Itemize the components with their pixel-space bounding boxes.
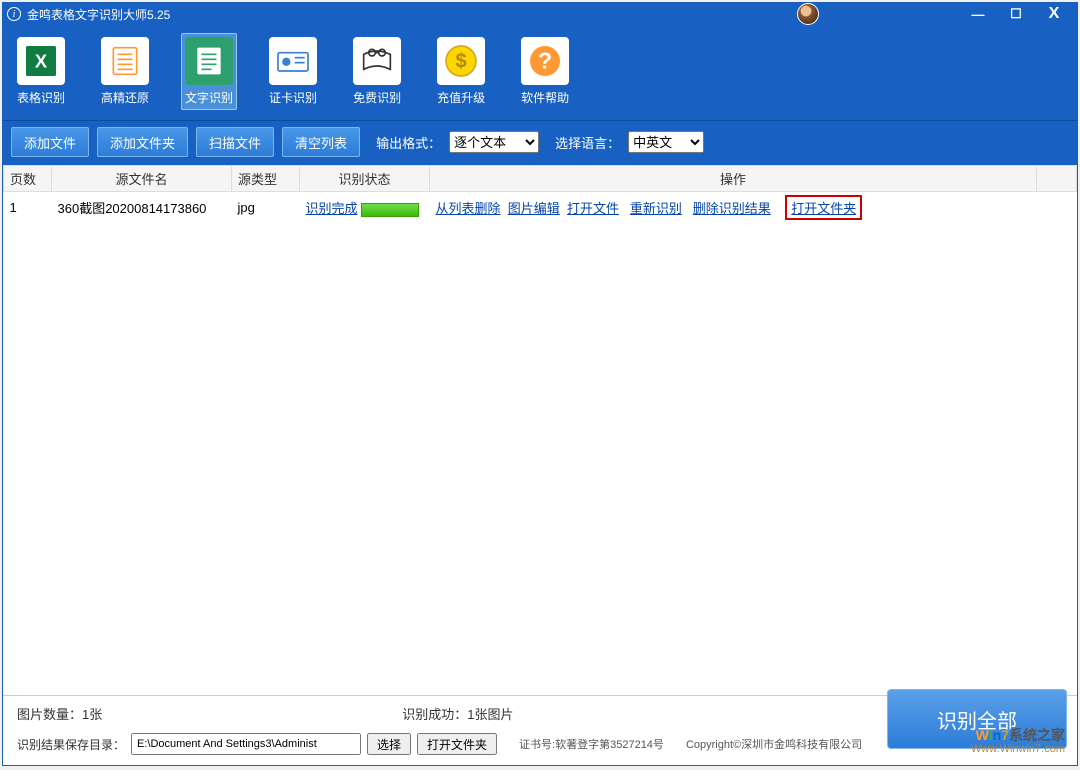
tool-label: 免费识别 [353,89,401,106]
book-icon [353,37,401,85]
op-rerecognize-link[interactable]: 重新识别 [630,201,682,216]
tool-text-recognize[interactable]: 文字识别 [181,33,237,110]
clear-list-button[interactable]: 清空列表 [282,127,360,157]
op-edit-link[interactable]: 图片编辑 [508,201,560,216]
tool-label: 证卡识别 [269,89,317,106]
th-type[interactable]: 源类型 [232,166,300,192]
tool-card-recognize[interactable]: 证卡识别 [265,33,321,110]
scan-file-button[interactable]: 扫描文件 [196,127,274,157]
restore-icon [101,37,149,85]
op-delete-result-link[interactable]: 删除识别结果 [693,201,771,216]
tool-help[interactable]: ? 软件帮助 [517,33,573,110]
svg-text:?: ? [538,48,552,74]
output-format-label: 输出格式： [376,133,441,152]
copyright-text: Copyright©深圳市金鸣科技有限公司 [686,736,862,752]
main-toolbar: X 表格识别 高精还原 文字识别 证卡识别 免费识别 [3,25,1077,120]
progress-bar [361,203,419,217]
th-page[interactable]: 页数 [4,166,52,192]
th-blank[interactable] [1037,166,1077,192]
cell-type: jpg [232,192,300,224]
highlight-open-folder: 打开文件夹 [785,195,862,220]
cell-ops: 从列表删除 图片编辑 打开文件 重新识别 删除识别结果 打开文件夹 [430,192,1037,224]
table-row[interactable]: 1 360截图20200814173860 jpg 识别完成 从列表删除 图片编… [4,192,1077,224]
select-language-label: 选择语言： [555,133,620,152]
op-remove-link[interactable]: 从列表删除 [436,201,501,216]
tool-label: 软件帮助 [521,89,569,106]
status-bar: 图片数量：1张 识别成功：1张图片 识别结果保存目录： 选择 打开文件夹 证书号… [3,695,1077,765]
open-folder-button[interactable]: 打开文件夹 [417,733,497,755]
info-icon: i [7,7,21,21]
table-area: 页数 源文件名 源类型 识别状态 操作 1 360截图2020081417386… [3,165,1077,695]
th-ops[interactable]: 操作 [430,166,1037,192]
save-dir-label: 识别结果保存目录： [17,736,125,753]
tool-high-precision[interactable]: 高精还原 [97,33,153,110]
card-icon [269,37,317,85]
add-file-button[interactable]: 添加文件 [11,127,89,157]
op-open-link[interactable]: 打开文件 [567,201,619,216]
th-src[interactable]: 源文件名 [52,166,232,192]
cell-src: 360截图20200814173860 [52,192,232,224]
help-icon: ? [521,37,569,85]
cell-status: 识别完成 [300,192,430,224]
recognize-all-button[interactable]: 识别全部 [887,689,1067,749]
minimize-button[interactable]: — [959,5,997,23]
status-link[interactable]: 识别完成 [306,201,358,216]
excel-icon: X [17,37,65,85]
add-folder-button[interactable]: 添加文件夹 [97,127,188,157]
tool-recharge[interactable]: $ 充值升级 [433,33,489,110]
recognize-success: 识别成功：1张图片 [402,704,513,723]
output-format-select[interactable]: 逐个文本 [449,131,539,153]
avatar[interactable] [797,3,819,25]
tool-label: 高精还原 [101,89,149,106]
app-title: 金鸣表格文字识别大师5.25 [27,6,170,23]
text-icon [185,37,233,85]
titlebar: i 金鸣表格文字识别大师5.25 — ☐ X [3,3,1077,25]
choose-button[interactable]: 选择 [367,733,411,755]
tool-label: 文字识别 [185,89,233,106]
svg-text:$: $ [456,51,467,73]
svg-text:X: X [35,51,48,72]
secondary-toolbar: 添加文件 添加文件夹 扫描文件 清空列表 输出格式： 逐个文本 选择语言： 中英… [3,120,1077,165]
coin-icon: $ [437,37,485,85]
close-button[interactable]: X [1035,5,1073,23]
th-status[interactable]: 识别状态 [300,166,430,192]
cell-page: 1 [4,192,52,224]
save-path-input[interactable] [131,733,361,755]
tool-label: 充值升级 [437,89,485,106]
language-select[interactable]: 中英文 [628,131,704,153]
op-open-folder-link[interactable]: 打开文件夹 [791,201,856,216]
pic-count: 图片数量：1张 [17,704,102,723]
tool-free-recognize[interactable]: 免费识别 [349,33,405,110]
maximize-button[interactable]: ☐ [997,5,1035,23]
tool-table-recognize[interactable]: X 表格识别 [13,33,69,110]
tool-label: 表格识别 [17,89,65,106]
cert-text: 证书号:软著登字第3527214号 [519,736,664,752]
